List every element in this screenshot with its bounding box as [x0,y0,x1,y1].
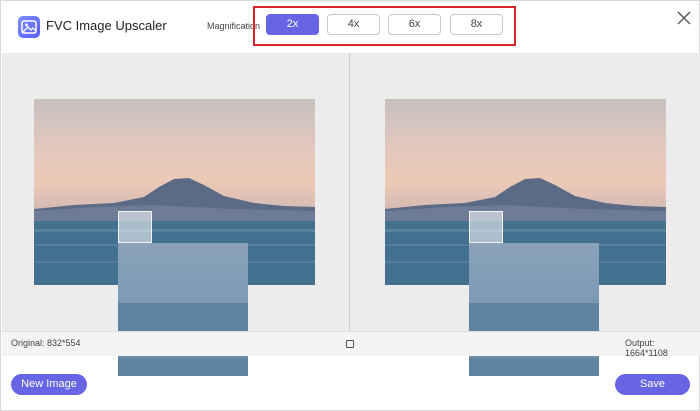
original-zoom-preview [118,243,248,376]
preview-divider [349,53,350,331]
new-image-button[interactable]: New Image [11,374,87,395]
app-title: FVC Image Upscaler [46,18,167,33]
original-size-label: Original: 832*554 [11,338,81,348]
original-magnifier-lens[interactable] [118,211,152,243]
image-upscaler-logo-icon [18,16,40,38]
save-button[interactable]: Save [615,374,690,395]
close-icon[interactable] [675,9,693,27]
output-magnifier-lens[interactable] [469,211,503,243]
upscaler-window: FVC Image Upscaler Magnification 2x 4x 6… [0,0,700,411]
output-zoom-preview [469,243,599,376]
compare-toggle-icon[interactable] [346,340,354,348]
output-size-label: Output: 1664*1108 [625,338,668,358]
magnification-highlight-box [253,6,516,46]
